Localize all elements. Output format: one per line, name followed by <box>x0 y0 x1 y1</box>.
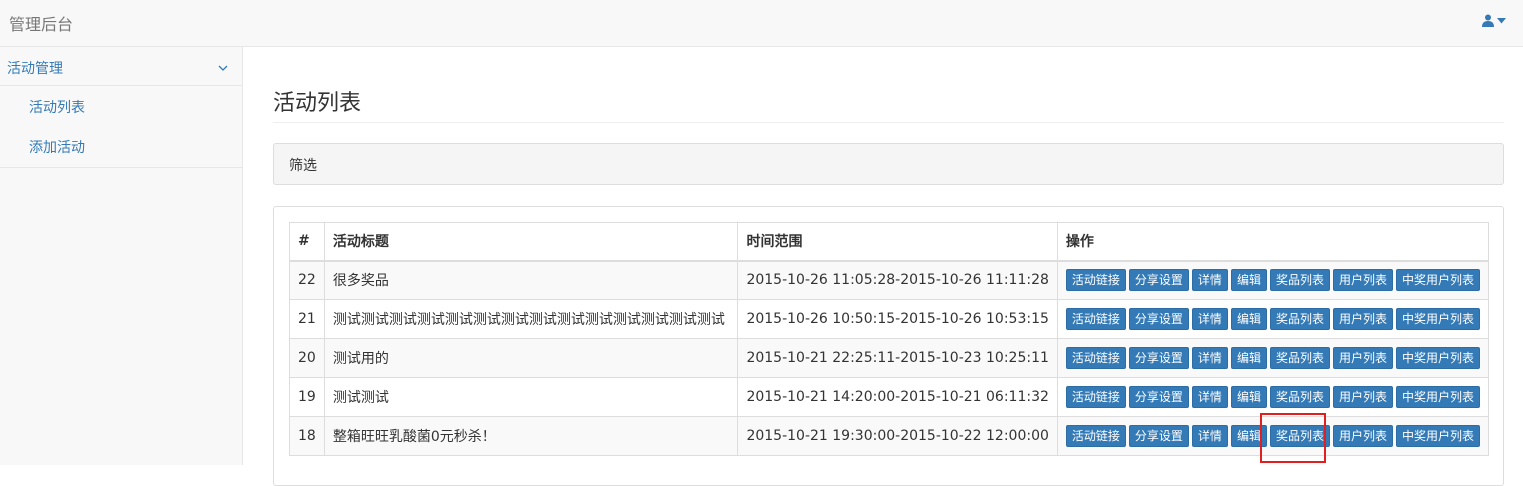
table-header-row: # 活动标题 时间范围 操作 <box>289 222 1490 262</box>
details-button[interactable]: 详情 <box>1191 347 1228 369</box>
cell-actions: 活动链接 分享设置 详情 编辑 奖品列表 用户列表 中奖用户列表 <box>1056 338 1490 378</box>
user-list-button[interactable]: 用户列表 <box>1332 308 1393 330</box>
prize-list-button[interactable]: 奖品列表 <box>1269 269 1330 292</box>
activity-link-button[interactable]: 活动链接 <box>1065 347 1126 369</box>
details-button[interactable]: 详情 <box>1191 425 1228 447</box>
edit-button[interactable]: 编辑 <box>1230 347 1267 369</box>
winner-list-button[interactable]: 中奖用户列表 <box>1395 386 1480 408</box>
table-row: 21 测试测试测试测试测试测试测试测试测试测试测试测试测试测试 2015-10-26… <box>289 299 1490 339</box>
winner-list-button[interactable]: 中奖用户列表 <box>1395 347 1480 369</box>
cell-actions: 活动链接 分享设置 详情 编辑 奖品列表 用户列表 中奖用户列表 <box>1056 377 1490 417</box>
cell-id: 21 <box>289 299 325 339</box>
prize-list-button[interactable]: 奖品列表 <box>1269 308 1330 330</box>
filter-label: 筛选 <box>289 158 317 174</box>
brand-title[interactable]: 管理后台 <box>9 11 73 35</box>
user-icon <box>1482 14 1494 27</box>
share-settings-button[interactable]: 分享设置 <box>1128 347 1189 369</box>
cell-title: 测试用的 <box>323 338 739 378</box>
edit-button[interactable]: 编辑 <box>1230 425 1267 447</box>
cell-time-range: 2015-10-26 10:50:15-2015-10-26 10:53:15 <box>737 299 1058 339</box>
column-header-title: 活动标题 <box>323 222 739 262</box>
action-button-group: 活动链接 分享设置 详情 编辑 奖品列表 用户列表 中奖用户列表 <box>1065 347 1480 369</box>
column-header-time-range: 时间范围 <box>737 222 1058 262</box>
sidebar-item-add-activity[interactable]: 添加活动 <box>0 126 242 168</box>
activity-link-button[interactable]: 活动链接 <box>1065 425 1126 447</box>
activity-link-button[interactable]: 活动链接 <box>1065 386 1126 408</box>
edit-button[interactable]: 编辑 <box>1230 386 1267 408</box>
user-menu[interactable] <box>1482 14 1506 27</box>
cell-time-range: 2015-10-21 22:25:11-2015-10-23 10:25:11 <box>737 338 1058 378</box>
share-settings-button[interactable]: 分享设置 <box>1128 425 1189 447</box>
sidebar-group-label: 活动管理 <box>7 61 63 77</box>
column-header-id: # <box>289 222 325 262</box>
cell-title: 测试测试 <box>323 377 739 417</box>
winner-list-button[interactable]: 中奖用户列表 <box>1395 308 1480 330</box>
prize-list-button[interactable]: 奖品列表 <box>1269 386 1330 408</box>
cell-id: 22 <box>289 260 325 300</box>
cell-actions: 活动链接 分享设置 详情 编辑 奖品列表 用户列表 中奖用户列表 <box>1056 416 1490 456</box>
activity-table: # 活动标题 时间范围 操作 22 很多奖品 2015-10-26 11:05:28… <box>289 222 1490 456</box>
share-settings-button[interactable]: 分享设置 <box>1128 308 1189 330</box>
action-button-group: 活动链接 分享设置 详情 编辑 奖品列表 用户列表 中奖用户列表 <box>1065 386 1480 408</box>
cell-title: 整箱旺旺乳酸菌0元秒杀！ <box>323 416 739 456</box>
cell-title: 测试测试测试测试测试测试测试测试测试测试测试测试测试测试 <box>323 299 739 339</box>
table-row: 20 测试用的 2015-10-21 22:25:11-2015-10-23 10:… <box>289 338 1490 378</box>
user-list-button[interactable]: 用户列表 <box>1332 347 1393 369</box>
user-list-button[interactable]: 用户列表 <box>1332 386 1393 408</box>
caret-down-icon <box>1497 17 1506 24</box>
user-list-button[interactable]: 用户列表 <box>1332 269 1393 292</box>
table-panel: # 活动标题 时间范围 操作 22 很多奖品 2015-10-26 11:05:28… <box>273 206 1504 486</box>
sidebar-item-activity-list[interactable]: 活动列表 <box>0 86 242 126</box>
cell-time-range: 2015-10-26 11:05:28-2015-10-26 11:11:28 <box>737 260 1058 300</box>
cell-actions: 活动链接 分享设置 详情 编辑 奖品列表 用户列表 中奖用户列表 <box>1056 260 1490 300</box>
cell-time-range: 2015-10-21 19:30:00-2015-10-22 12:00:00 <box>737 416 1058 456</box>
table-row: 19 测试测试 2015-10-21 14:20:00-2015-10-21 06:… <box>289 377 1490 417</box>
top-navbar: 管理后台 <box>0 0 1523 47</box>
column-header-actions: 操作 <box>1056 222 1490 262</box>
action-button-group: 活动链接 分享设置 详情 编辑 奖品列表 用户列表 中奖用户列表 <box>1065 269 1480 292</box>
filter-panel-header[interactable]: 筛选 <box>273 143 1504 185</box>
winner-list-button[interactable]: 中奖用户列表 <box>1395 269 1480 292</box>
prize-list-button[interactable]: 奖品列表 <box>1269 347 1330 369</box>
share-settings-button[interactable]: 分享设置 <box>1128 386 1189 408</box>
activity-link-button[interactable]: 活动链接 <box>1065 308 1126 330</box>
cell-id: 19 <box>289 377 325 417</box>
table-row: 18 整箱旺旺乳酸菌0元秒杀！ 2015-10-21 19:30:00-2015-1… <box>289 416 1490 456</box>
cell-actions: 活动链接 分享设置 详情 编辑 奖品列表 用户列表 中奖用户列表 <box>1056 299 1490 339</box>
cell-id: 18 <box>289 416 325 456</box>
cell-time-range: 2015-10-21 14:20:00-2015-10-21 06:11:32 <box>737 377 1058 417</box>
sidebar-group-activity-management[interactable]: 活动管理 <box>0 47 242 86</box>
details-button[interactable]: 详情 <box>1191 269 1228 292</box>
sidebar-item-label: 活动列表 <box>29 100 85 116</box>
action-button-group: 活动链接 分享设置 详情 编辑 奖品列表 用户列表 中奖用户列表 <box>1065 308 1480 330</box>
table-row: 22 很多奖品 2015-10-26 11:05:28-2015-10-26 11:… <box>289 260 1490 300</box>
details-button[interactable]: 详情 <box>1191 308 1228 330</box>
cell-title: 很多奖品 <box>323 260 739 300</box>
cell-id: 20 <box>289 338 325 378</box>
winner-list-button[interactable]: 中奖用户列表 <box>1395 425 1480 447</box>
share-settings-button[interactable]: 分享设置 <box>1128 269 1189 292</box>
action-button-group: 活动链接 分享设置 详情 编辑 奖品列表 用户列表 中奖用户列表 <box>1065 425 1480 447</box>
table-body: 22 很多奖品 2015-10-26 11:05:28-2015-10-26 11:… <box>289 260 1490 456</box>
edit-button[interactable]: 编辑 <box>1230 308 1267 330</box>
chevron-down-icon <box>218 60 228 76</box>
prize-list-button[interactable]: 奖品列表 <box>1269 425 1330 447</box>
sidebar-item-label: 添加活动 <box>29 140 85 156</box>
activity-link-button[interactable]: 活动链接 <box>1065 269 1126 292</box>
edit-button[interactable]: 编辑 <box>1230 269 1267 292</box>
title-divider <box>273 122 1504 123</box>
details-button[interactable]: 详情 <box>1191 386 1228 408</box>
sidebar: 活动管理 活动列表 添加活动 <box>0 47 243 465</box>
page-title: 活动列表 <box>273 91 362 116</box>
user-list-button[interactable]: 用户列表 <box>1332 425 1393 447</box>
